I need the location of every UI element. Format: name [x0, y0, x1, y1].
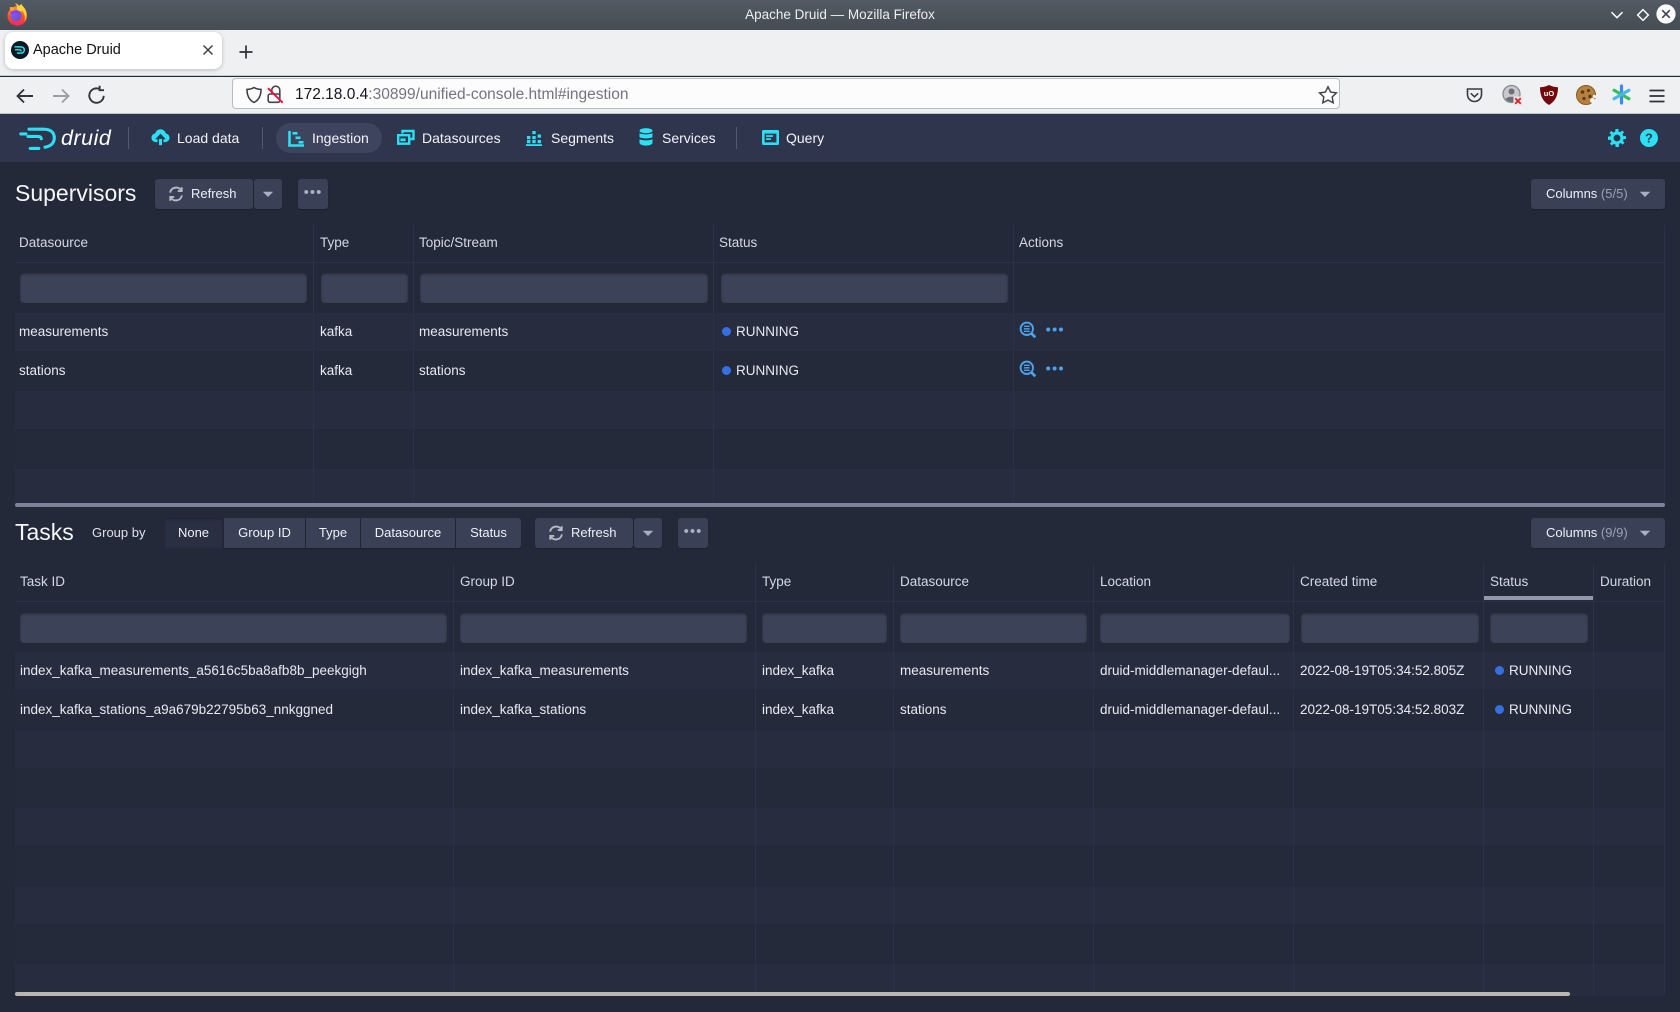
svg-text:?: ? [1645, 131, 1653, 145]
svg-text:uO: uO [1544, 89, 1555, 98]
